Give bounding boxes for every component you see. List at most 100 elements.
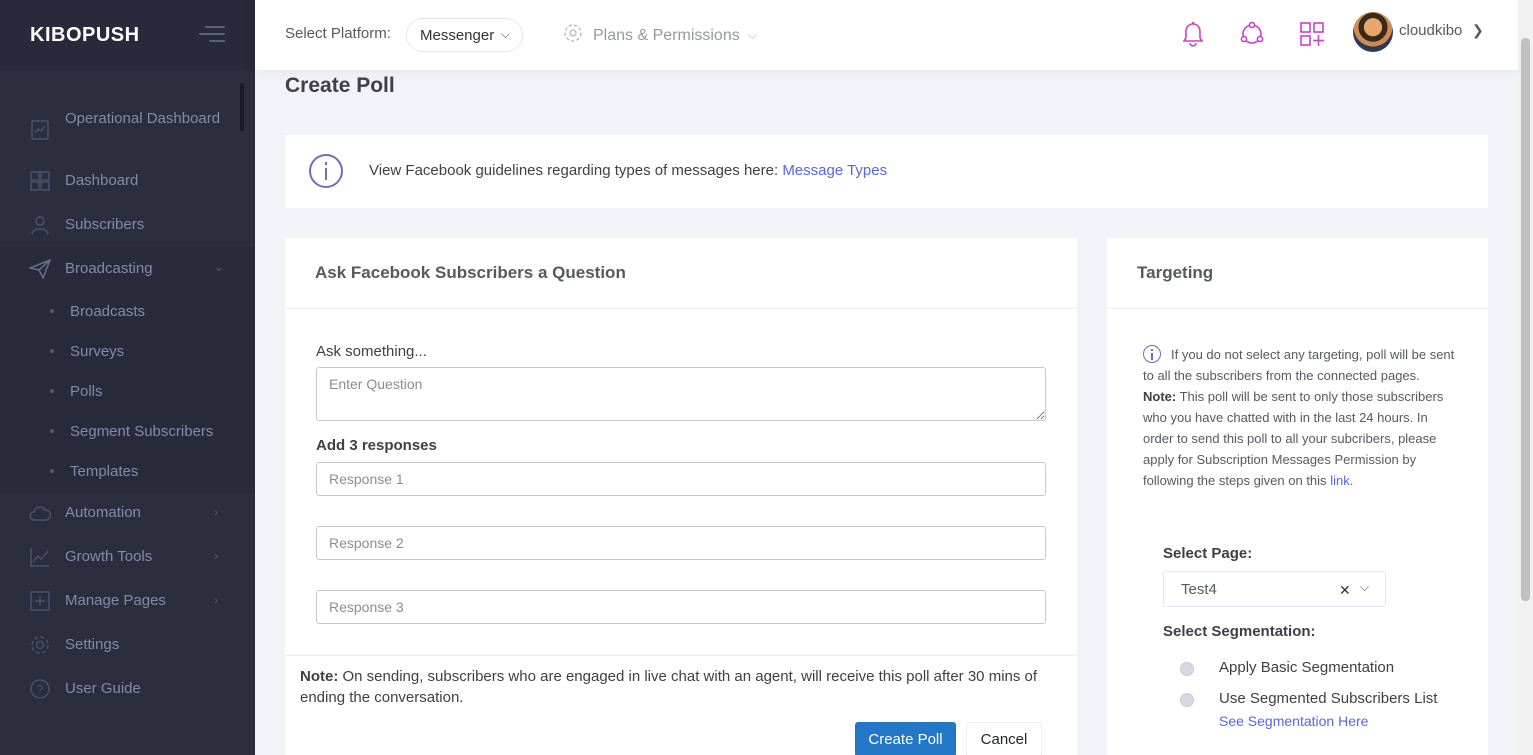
bullet-icon [50,309,54,313]
sidebar-item-label: Growth Tools [65,548,153,565]
sidebar-subitem-templates[interactable]: Templates [0,451,255,491]
sidebar-subitem-segment-subscribers[interactable]: Segment Subscribers [0,411,255,451]
question-icon: ? [29,678,51,700]
page-select-value: Test4 [1181,581,1217,598]
top-header: Select Platform: Messenger ⌵ Plans & Per… [255,0,1518,70]
chevron-down-icon[interactable]: ❯ [1472,22,1484,39]
alert-text: View Facebook guidelines regarding types… [369,162,779,179]
sidebar-subitem-label: Surveys [70,342,125,360]
sidebar-subitem-label: Broadcasts [70,302,146,320]
sidebar-item-label: Manage Pages [65,592,166,609]
sidebar-item-label: Operational Dashboard [65,110,221,127]
note-bold: Note: [300,668,339,685]
chevron-down-icon: ⌄ [214,260,225,274]
bullet-icon [50,389,54,393]
sidebar-item-growth-tools[interactable]: Growth Tools › [0,546,255,568]
avatar[interactable] [1353,12,1393,52]
responses-label: Add 3 responses [316,437,437,454]
cloud-icon [29,502,51,524]
line-chart-icon [29,546,51,568]
page-scrollbar[interactable] [1518,0,1533,755]
subscription-permission-link[interactable]: link [1330,473,1350,488]
bullet-icon [50,469,54,473]
sidebar-item-dashboard[interactable]: Dashboard [0,170,255,192]
sidebar-item-label: Broadcasting [65,260,153,277]
targeting-info: If you do not select any targeting, poll… [1143,347,1455,488]
gear-icon [29,634,51,656]
sidebar-subitem-surveys[interactable]: Surveys [0,331,255,371]
message-types-link[interactable]: Message Types [782,162,887,179]
chevron-down-icon: ⌵ [500,27,510,41]
platform-select-value: Messenger [420,26,495,44]
response-2-input[interactable] [316,526,1046,560]
paper-plane-icon [29,258,51,280]
page-title: Create Poll [285,74,395,97]
divider [285,655,1077,656]
see-segmentation-link[interactable]: See Segmentation Here [1219,713,1368,729]
platform-label: Select Platform: [285,25,391,42]
sidebar-item-label: User Guide [65,680,141,697]
targeting-note-text: This poll will be sent to only those sub… [1143,389,1444,488]
chevron-right-icon: › [214,593,218,607]
svg-text:?: ? [37,683,44,697]
add-page-icon [29,590,51,612]
sending-note: Note: On sending, subscribers who are en… [300,666,1070,708]
brand-header: KIBOPUSH [0,0,255,70]
chevron-right-icon: › [214,549,218,563]
username[interactable]: cloudkibo [1399,22,1462,39]
bullet-icon [50,429,54,433]
bullet-icon [50,349,54,353]
select-page-label: Select Page: [1163,545,1253,562]
targeting-info-text: If you do not select any targeting, poll… [1143,347,1455,383]
guidelines-alert: View Facebook guidelines regarding types… [285,135,1488,208]
response-3-input[interactable] [316,590,1046,624]
basic-segmentation-radio[interactable] [1180,662,1194,676]
alert-text-wrap: View Facebook guidelines regarding types… [369,162,887,179]
chart-doc-icon [29,119,51,141]
sidebar-toggle-icon[interactable] [199,26,225,44]
plans-permissions-menu[interactable]: Plans & Permissions ⌵ [563,23,757,48]
segmented-list-label[interactable]: Use Segmented Subscribers List [1219,690,1437,707]
ask-label: Ask something... [316,343,427,360]
apps-add-icon[interactable] [1298,20,1326,48]
bell-icon[interactable] [1179,20,1207,48]
segmented-list-radio[interactable] [1180,693,1194,707]
chevron-right-icon: › [214,505,218,519]
sidebar-item-label: Subscribers [65,216,145,233]
sidebar-subitem-polls[interactable]: Polls [0,371,255,411]
sidebar-subitem-label: Polls [70,382,103,400]
sidebar-item-label: Dashboard [65,172,139,189]
platform-select[interactable]: Messenger ⌵ [406,18,523,52]
note-text: On sending, subscribers who are engaged … [300,668,1038,706]
chevron-down-icon[interactable]: ⌵ [1360,580,1369,595]
sidebar-subitem-broadcasts[interactable]: Broadcasts [0,291,255,331]
network-icon[interactable] [1238,20,1266,48]
info-icon [309,154,343,188]
plans-permissions-label: Plans & Permissions [593,26,740,44]
clear-icon[interactable]: ✕ [1339,582,1351,599]
targeting-note-bold: Note: [1143,389,1177,404]
select-segmentation-label: Select Segmentation: [1163,623,1316,640]
create-poll-button[interactable]: Create Poll [855,722,956,755]
sidebar-item-subscribers[interactable]: Subscribers [0,214,255,236]
page-scrollbar-thumb[interactable] [1521,38,1530,601]
sidebar-item-operational-dashboard[interactable]: Operational Dashboard [0,108,255,152]
poll-form-card: Ask Facebook Subscribers a Question Ask … [285,238,1077,755]
cancel-button[interactable]: Cancel [966,722,1042,755]
sidebar-item-user-guide[interactable]: ? User Guide [0,678,255,700]
page-select[interactable]: Test4 ✕ ⌵ [1163,571,1386,607]
response-1-input[interactable] [316,462,1046,496]
sidebar-subitem-label: Segment Subscribers [70,422,214,440]
sidebar-item-automation[interactable]: Automation › [0,502,255,524]
grid-icon [29,170,51,192]
user-icon [29,214,51,236]
sidebar-item-settings[interactable]: Settings [0,634,255,656]
sidebar-item-manage-pages[interactable]: Manage Pages › [0,590,255,612]
sidebar-item-label: Settings [65,636,120,653]
targeting-card: Targeting If you do not select any targe… [1107,238,1488,755]
poll-form-title: Ask Facebook Subscribers a Question [285,238,1077,309]
sidebar-item-broadcasting[interactable]: Broadcasting ⌄ [0,258,255,280]
sidebar-item-label: Automation [65,504,141,521]
basic-segmentation-label[interactable]: Apply Basic Segmentation [1219,659,1394,676]
question-input[interactable] [316,367,1046,421]
